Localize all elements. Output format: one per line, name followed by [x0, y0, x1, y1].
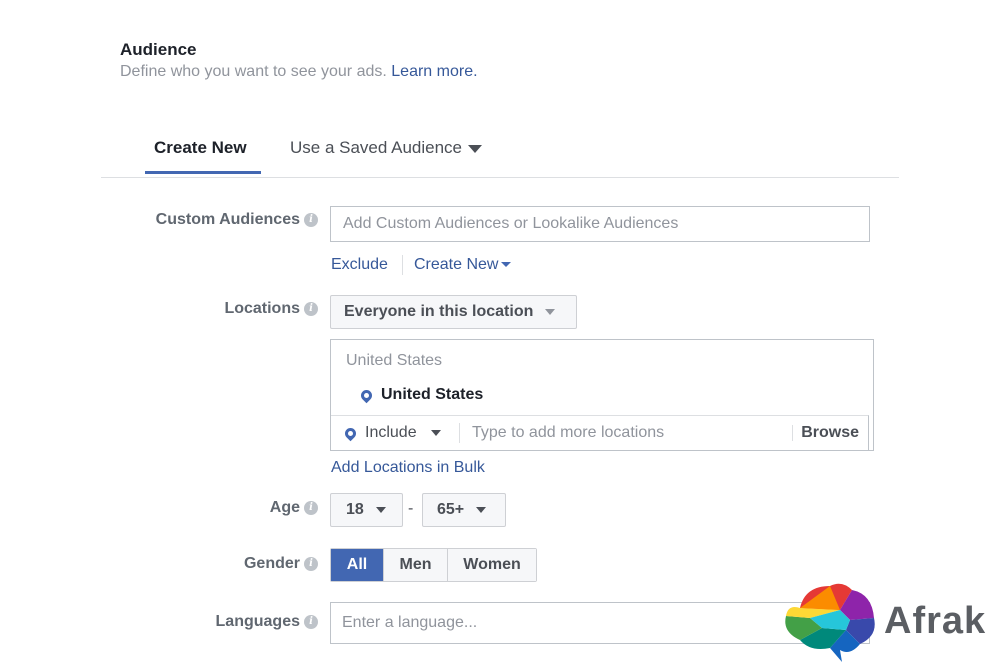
caret-down-icon	[468, 144, 483, 153]
tab-saved-label: Use a Saved Audience	[290, 138, 463, 157]
custom-audiences-label: Custom Audiences i	[156, 211, 318, 229]
gender-women-button[interactable]: Women	[447, 549, 536, 581]
add-locations-bulk-link[interactable]: Add Locations in Bulk	[331, 459, 485, 477]
location-pin-icon	[358, 387, 375, 403]
include-label: Include	[365, 424, 417, 441]
location-type-dropdown[interactable]: Everyone in this location	[330, 295, 577, 329]
caret-down-icon	[476, 507, 487, 513]
gender-label: Gender i	[244, 555, 318, 573]
audience-section-title: Audience	[120, 40, 197, 59]
age-min-value: 18	[346, 501, 364, 518]
caret-down-icon	[501, 262, 512, 268]
info-icon[interactable]: i	[304, 557, 318, 571]
age-label-text: Age	[269, 499, 300, 516]
info-icon[interactable]: i	[304, 302, 318, 316]
locations-label: Locations i	[224, 300, 318, 318]
age-max-value: 65+	[437, 501, 465, 518]
location-pin-icon	[342, 425, 359, 441]
age-max-select[interactable]: 65+	[422, 493, 506, 527]
caret-down-icon	[545, 309, 556, 315]
exclude-link[interactable]: Exclude	[331, 256, 388, 274]
tab-use-saved-audience[interactable]: Use a Saved Audience	[290, 138, 483, 158]
location-type-value: Everyone in this location	[344, 303, 534, 320]
gender-label-text: Gender	[243, 555, 300, 572]
info-icon[interactable]: i	[304, 501, 318, 515]
browse-button[interactable]: Browse	[801, 424, 868, 442]
gender-men-button[interactable]: Men	[383, 549, 447, 581]
info-icon[interactable]: i	[304, 213, 318, 227]
caret-down-icon	[430, 430, 441, 436]
afrak-watermark-logo: Afrak	[780, 576, 990, 666]
gender-segmented-control: All Men Women	[330, 548, 537, 582]
brain-logo-icon	[785, 583, 875, 662]
caret-down-icon	[375, 507, 386, 513]
add-location-input[interactable]: Type to add more locations	[460, 424, 792, 442]
create-new-label: Create New	[414, 256, 499, 273]
age-range-separator: -	[408, 500, 414, 517]
watermark-text: Afrak	[884, 599, 987, 642]
age-label: Age i	[270, 499, 318, 517]
languages-label-text: Languages	[215, 613, 300, 630]
languages-label: Languages i	[216, 613, 318, 631]
link-separator	[402, 255, 403, 275]
create-new-audience-link[interactable]: Create New	[414, 256, 512, 274]
selected-location-label: United States	[381, 386, 484, 403]
include-exclude-select[interactable]: Include	[331, 424, 459, 442]
audience-section-description: Define who you want to see your ads. Lea…	[120, 63, 478, 81]
description-text: Define who you want to see your ads.	[120, 63, 387, 80]
custom-audiences-input[interactable]: Add Custom Audiences or Lookalike Audien…	[330, 206, 870, 242]
custom-audiences-label-text: Custom Audiences	[155, 211, 300, 228]
browse-separator	[792, 425, 794, 441]
info-icon[interactable]: i	[304, 615, 318, 629]
active-tab-indicator	[145, 171, 261, 174]
selected-location-item[interactable]: United States	[358, 386, 484, 404]
locations-label-text: Locations	[224, 300, 300, 317]
tab-create-new[interactable]: Create New	[154, 138, 247, 158]
location-group-header: United States	[346, 352, 443, 369]
learn-more-link[interactable]: Learn more.	[391, 63, 477, 80]
age-min-select[interactable]: 18	[330, 493, 403, 527]
tabs-divider	[101, 177, 899, 178]
location-input-row: Include Type to add more locations Brows…	[331, 415, 869, 450]
gender-all-button[interactable]: All	[331, 549, 383, 581]
